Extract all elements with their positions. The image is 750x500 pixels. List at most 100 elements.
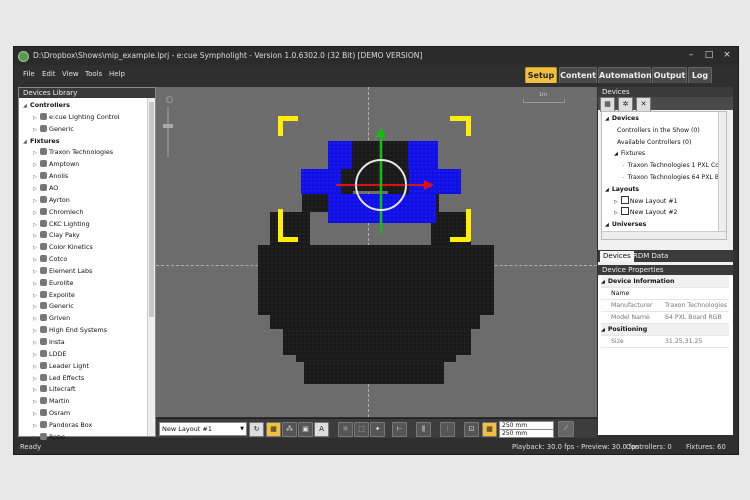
collapsed-triangle-icon[interactable]: ▷ xyxy=(33,385,40,396)
library-tree-item[interactable]: ▷ Expolite xyxy=(33,290,75,301)
light-icon[interactable]: ✦ xyxy=(370,422,385,437)
library-tree-item[interactable]: ◢ Controllers xyxy=(23,100,70,111)
tree-toggle-icon[interactable]: · xyxy=(623,163,625,169)
distribute-icon[interactable]: ⫼ xyxy=(416,422,431,437)
library-tree-item[interactable]: ▷ LDDE xyxy=(33,349,66,360)
expanded-triangle-icon[interactable]: ◢ xyxy=(23,101,30,112)
property-section-header[interactable]: ◢ Positioning xyxy=(601,324,729,336)
tab-content[interactable]: Content xyxy=(559,67,597,83)
snap-grid-icon[interactable]: ▦ xyxy=(482,422,497,437)
close-button[interactable]: × xyxy=(720,49,734,62)
minimize-button[interactable]: – xyxy=(684,49,698,62)
devices-tree-item[interactable]: · Traxon Technologies 64 PXL Boa xyxy=(623,172,726,183)
fit-icon[interactable]: ⊡ xyxy=(464,422,479,437)
devices-tree-item[interactable]: ◢ Fixtures xyxy=(614,148,645,159)
collapsed-triangle-icon[interactable]: ▷ xyxy=(33,184,40,195)
selection-handles[interactable] xyxy=(156,87,597,417)
library-tree-item[interactable]: ▷ CKC Lighting xyxy=(33,219,90,230)
library-tree-item[interactable]: ▷ Anolis xyxy=(33,171,68,182)
network-icon[interactable]: ✲ xyxy=(618,97,633,112)
scatter-icon[interactable]: ⁂ xyxy=(282,422,297,437)
library-tree-item[interactable]: ▷ Clay Paky xyxy=(33,230,80,241)
library-tree-item[interactable]: ▷ Ayrton xyxy=(33,195,70,206)
library-scroll-thumb[interactable] xyxy=(149,102,154,317)
devices-tree-item[interactable]: ◢ Universes xyxy=(605,219,646,230)
devices-tree-scrollbar[interactable] xyxy=(718,112,726,231)
menu-file[interactable]: File xyxy=(23,70,35,78)
collapsed-triangle-icon[interactable]: ▷ xyxy=(33,243,40,254)
tab-setup[interactable]: Setup xyxy=(525,67,557,83)
refresh-icon[interactable]: ↻ xyxy=(249,422,264,437)
devices-tree-item[interactable]: ▷ New Layout #1 xyxy=(614,195,677,207)
section-toggle-icon[interactable]: ◢ xyxy=(601,327,605,333)
devices-tree-item[interactable]: ▷ New Layout #2 xyxy=(614,207,677,218)
expanded-triangle-icon[interactable]: ◢ xyxy=(23,137,30,148)
collapsed-triangle-icon[interactable]: ▷ xyxy=(33,397,40,408)
devices-tree-hscrollbar[interactable] xyxy=(602,231,726,239)
library-tree-item[interactable]: ▷ Martin xyxy=(33,396,69,407)
property-row[interactable]: Name xyxy=(601,288,729,300)
menu-help[interactable]: Help xyxy=(109,70,125,78)
library-tree-item[interactable]: ▷ Generic xyxy=(33,124,74,135)
tree-toggle-icon[interactable]: ◢ xyxy=(614,151,618,157)
library-tree-item[interactable]: ▷ Cotco xyxy=(33,254,67,265)
collapsed-triangle-icon[interactable]: ▷ xyxy=(33,362,40,373)
menu-edit[interactable]: Edit xyxy=(42,70,56,78)
library-tree-item[interactable]: ▷ Generic xyxy=(33,301,74,312)
library-tree-item[interactable]: ▷ Element Labs xyxy=(33,266,92,277)
library-tree-item[interactable]: ▷ Color Kinetics xyxy=(33,242,93,253)
distribute-vertical-icon[interactable]: ⫶ xyxy=(440,422,455,437)
image-icon[interactable]: ▣ xyxy=(298,422,313,437)
tree-toggle-icon[interactable]: · xyxy=(623,175,625,181)
tab-automation[interactable]: Automation xyxy=(598,67,652,83)
collapsed-triangle-icon[interactable]: ▷ xyxy=(33,160,40,171)
collapsed-triangle-icon[interactable]: ▷ xyxy=(33,267,40,278)
select-area-icon[interactable]: ⬚ xyxy=(354,422,369,437)
collapsed-triangle-icon[interactable]: ▷ xyxy=(33,302,40,313)
link-icon[interactable]: ⟋ xyxy=(558,421,574,437)
tree-toggle-icon[interactable]: ◢ xyxy=(605,222,609,228)
tab-rdm-data[interactable]: RDM Data xyxy=(630,251,671,262)
library-tree-item[interactable]: ▷ e:cue Lighting Control xyxy=(33,112,120,123)
height-field[interactable]: 250 mm xyxy=(499,429,554,438)
collapsed-triangle-icon[interactable]: ▷ xyxy=(33,148,40,159)
align-left-icon[interactable]: ⊢ xyxy=(392,422,407,437)
collapsed-triangle-icon[interactable]: ▷ xyxy=(33,172,40,183)
collapsed-triangle-icon[interactable]: ▷ xyxy=(33,220,40,231)
tree-toggle-icon[interactable]: ▷ xyxy=(614,210,618,216)
collapsed-triangle-icon[interactable]: ▷ xyxy=(33,326,40,337)
bulb-icon[interactable]: ☼ xyxy=(338,422,353,437)
collapsed-triangle-icon[interactable]: ▷ xyxy=(33,314,40,325)
library-tree-item[interactable]: ▷ Led Effects xyxy=(33,373,84,384)
tab-devices[interactable]: Devices xyxy=(600,251,634,262)
collapsed-triangle-icon[interactable]: ▷ xyxy=(33,291,40,302)
collapsed-triangle-icon[interactable]: ▷ xyxy=(33,113,40,124)
collapsed-triangle-icon[interactable]: ▷ xyxy=(33,196,40,207)
library-tree-item[interactable]: ▷ AO xyxy=(33,183,58,194)
library-tree-item[interactable]: ▷ Leader Light xyxy=(33,361,89,372)
library-tree-item[interactable]: ▷ Litecraft xyxy=(33,384,75,395)
property-row[interactable]: Manufacturer Traxon Technologies xyxy=(601,300,729,312)
tab-log[interactable]: Log xyxy=(688,67,712,83)
tree-toggle-icon[interactable]: ◢ xyxy=(605,116,609,122)
collapsed-triangle-icon[interactable]: ▷ xyxy=(33,255,40,266)
tree-toggle-icon[interactable]: ▷ xyxy=(614,199,618,205)
collapsed-triangle-icon[interactable]: ▷ xyxy=(33,231,40,242)
devices-tree-item[interactable]: ◢ Layouts xyxy=(605,184,639,195)
library-tree-item[interactable]: ▷ Traxon Technologies xyxy=(33,147,113,158)
tab-output[interactable]: Output xyxy=(652,67,687,83)
collapsed-triangle-icon[interactable]: ▷ xyxy=(33,421,40,432)
menu-view[interactable]: View xyxy=(62,70,79,78)
library-tree-item[interactable]: ▷ Eurolite xyxy=(33,278,73,289)
library-tree-item[interactable]: ▷ High End Systems xyxy=(33,325,107,336)
library-tree-item[interactable]: ▷ Griven xyxy=(33,313,70,324)
library-scrollbar[interactable] xyxy=(147,98,155,436)
tree-toggle-icon[interactable]: ◢ xyxy=(605,187,609,193)
maximize-button[interactable]: □ xyxy=(702,49,716,62)
menu-tools[interactable]: Tools xyxy=(85,70,102,78)
delete-icon[interactable]: ✕ xyxy=(636,97,651,112)
devices-tree-item[interactable]: · Traxon Technologies 1 PXL Cove xyxy=(623,160,726,171)
devices-tree-item[interactable]: Controllers in the Show (0) xyxy=(614,125,700,136)
collapsed-triangle-icon[interactable]: ▷ xyxy=(33,350,40,361)
library-tree-item[interactable]: ▷ Chromlech xyxy=(33,207,83,218)
